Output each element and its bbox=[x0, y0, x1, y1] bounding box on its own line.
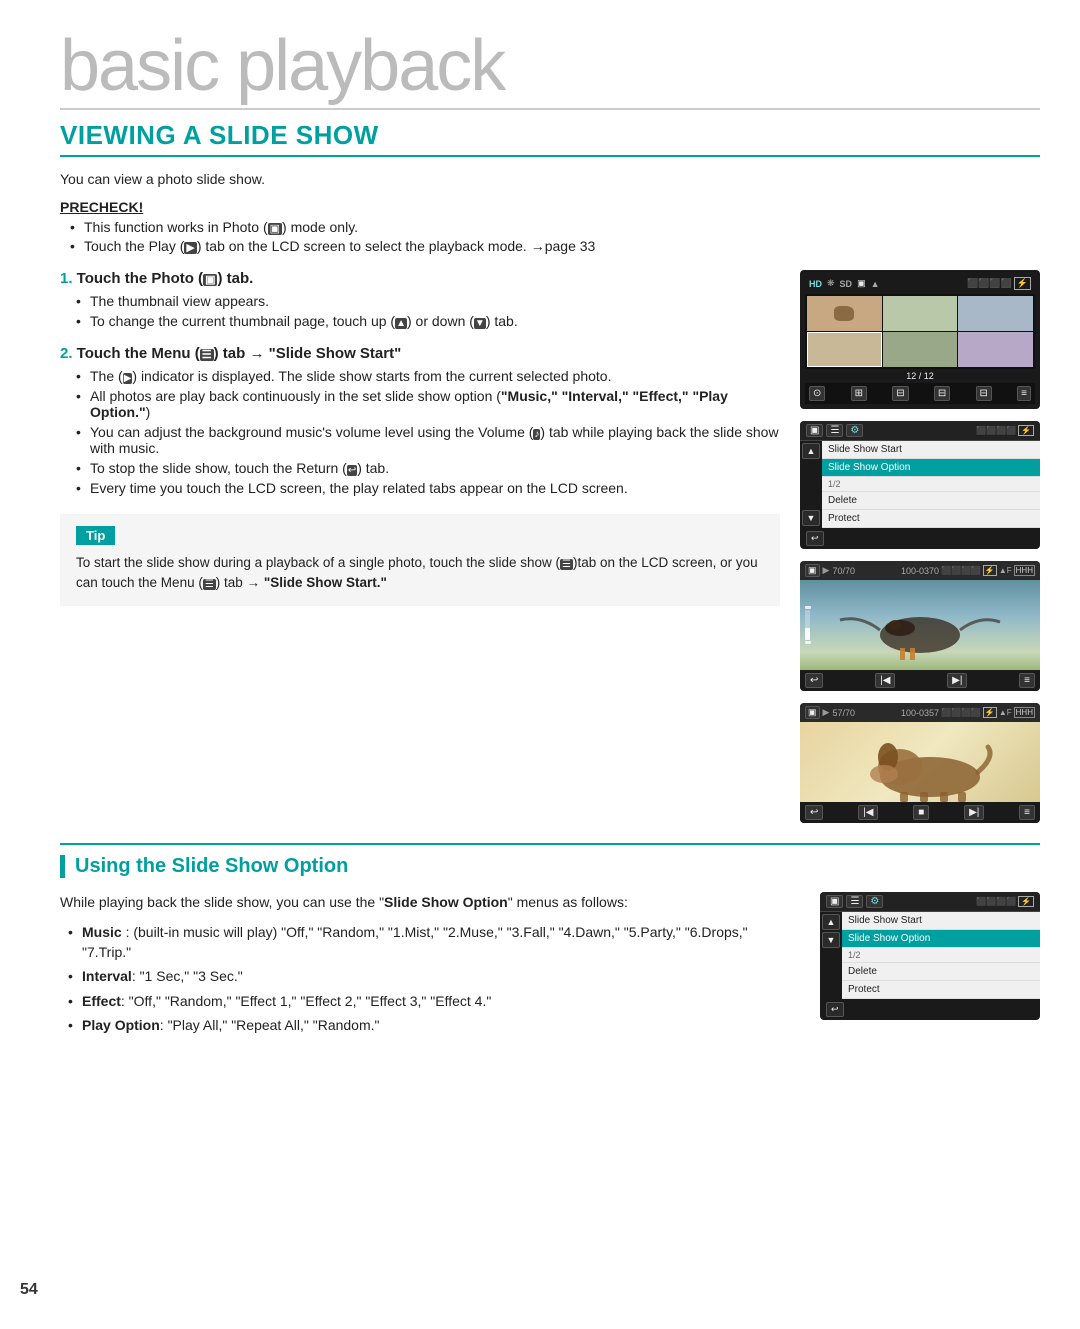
step-1-list: The thumbnail view appears. To change th… bbox=[60, 293, 780, 329]
subsection-heading: Using the Slide Show Option bbox=[60, 855, 1040, 878]
playback-back-btn[interactable]: ↩ bbox=[805, 673, 823, 688]
step-1: 1. Touch the Photo (▣) tab. The thumbnai… bbox=[60, 270, 780, 329]
bottom-content: While playing back the slide show, you c… bbox=[60, 892, 1040, 1041]
bottom-intro: While playing back the slide show, you c… bbox=[60, 892, 800, 913]
step-2-bullet-3: You can adjust the background music's vo… bbox=[76, 424, 780, 456]
playback-play-btn[interactable]: ▶| bbox=[947, 673, 967, 688]
playback-prev-btn[interactable]: |◀ bbox=[875, 673, 895, 688]
step-1-bullet-1: The thumbnail view appears. bbox=[76, 293, 780, 309]
section-heading: VIEWING A SLIDE SHOW bbox=[60, 120, 1040, 157]
dog-playback-menu-btn[interactable]: ≡ bbox=[1019, 805, 1035, 820]
intro-text: You can view a photo slide show. bbox=[60, 171, 1040, 187]
camera-ui-menu-1: ▣ ☰ ⚙ ⬛⬛⬛⬛ ⚡ ▲ ▼ Slide Show Start Sli bbox=[800, 421, 1040, 549]
dog-playback-prev-btn[interactable]: |◀ bbox=[858, 805, 878, 820]
precheck-list: This function works in Photo (▣) mode on… bbox=[60, 219, 1040, 254]
page-number: 54 bbox=[20, 1281, 38, 1299]
menu2-back-btn[interactable]: ↩ bbox=[826, 1002, 844, 1017]
step-1-number: 1. bbox=[60, 270, 73, 287]
playback-menu-btn[interactable]: ≡ bbox=[1019, 673, 1035, 688]
main-content: 1. Touch the Photo (▣) tab. The thumbnai… bbox=[60, 270, 1040, 823]
camera-ui-menu-2: ▣ ☰ ⚙ ⬛⬛⬛⬛ ⚡ ▲ ▼ bbox=[820, 892, 1040, 1020]
menu-item-delete[interactable]: Delete bbox=[822, 492, 1040, 510]
options-list: Music : (built-in music will play) "Off,… bbox=[60, 923, 800, 1036]
step-2-bullet-2: All photos are play back continuously in… bbox=[76, 388, 780, 420]
step-2: 2. Touch the Menu (☰) tab → "Slide Show … bbox=[60, 345, 780, 496]
page-title: basic playback bbox=[60, 30, 1040, 110]
bottom-section: Using the Slide Show Option While playin… bbox=[60, 843, 1040, 1041]
dog-playback-next-btn[interactable]: ▶| bbox=[964, 805, 984, 820]
menu-back-btn[interactable]: ↩ bbox=[806, 531, 824, 546]
menu2-down-arrow[interactable]: ▼ bbox=[822, 932, 840, 948]
tip-text: To start the slide show during a playbac… bbox=[76, 553, 764, 594]
camera-ui-playback-bird: ▣ ▶ 70/70 100-0370 ⬛⬛⬛⬛ ⚡ ▲F HHH bbox=[800, 561, 1040, 691]
menu2-up-arrow[interactable]: ▲ bbox=[822, 914, 840, 930]
step-1-bullet-2: To change the current thumbnail page, to… bbox=[76, 313, 780, 329]
step-2-bullet-4: To stop the slide show, touch the Return… bbox=[76, 460, 780, 476]
step-2-list: The (▶) indicator is displayed. The slid… bbox=[60, 368, 780, 496]
bottom-text: While playing back the slide show, you c… bbox=[60, 892, 800, 1041]
menu-item-slideshow-start[interactable]: Slide Show Start bbox=[822, 441, 1040, 459]
menu2-delete[interactable]: Delete bbox=[842, 963, 1040, 981]
precheck-item-2: Touch the Play (▶) tab on the LCD screen… bbox=[70, 238, 1040, 254]
precheck-item-1: This function works in Photo (▣) mode on… bbox=[70, 219, 1040, 235]
camera-ui-thumbnail: HD ❋ SD ▣ ▲ ⬛⬛⬛⬛ ⚡ bbox=[800, 270, 1040, 409]
menu-item-protect[interactable]: Protect bbox=[822, 510, 1040, 528]
step-2-bullet-1: The (▶) indicator is displayed. The slid… bbox=[76, 368, 780, 384]
text-column: 1. Touch the Photo (▣) tab. The thumbnai… bbox=[60, 270, 780, 823]
step-2-bullet-5: Every time you touch the LCD screen, the… bbox=[76, 480, 780, 496]
option-music: Music : (built-in music will play) "Off,… bbox=[68, 923, 800, 962]
option-play: Play Option: "Play All," "Repeat All," "… bbox=[68, 1016, 800, 1036]
bottom-image: ▣ ☰ ⚙ ⬛⬛⬛⬛ ⚡ ▲ ▼ bbox=[820, 892, 1040, 1041]
menu-down-arrow[interactable]: ▼ bbox=[802, 510, 820, 526]
option-effect: Effect: "Off," "Random," "Effect 1," "Ef… bbox=[68, 992, 800, 1012]
dog-playback-stop-btn[interactable]: ■ bbox=[913, 805, 929, 820]
step-1-title: 1. Touch the Photo (▣) tab. bbox=[60, 270, 780, 287]
camera-ui-playback-dog: ▣ ▶ 57/70 100-0357 ⬛⬛⬛⬛ ⚡ ▲F HHH bbox=[800, 703, 1040, 823]
tip-label: Tip bbox=[76, 526, 115, 545]
precheck-section: PRECHECK! This function works in Photo (… bbox=[60, 199, 1040, 254]
menu2-protect[interactable]: Protect bbox=[842, 981, 1040, 999]
precheck-label: PRECHECK! bbox=[60, 199, 1040, 215]
menu-item-slideshow-option[interactable]: Slide Show Option bbox=[822, 459, 1040, 477]
menu2-slideshow-start[interactable]: Slide Show Start bbox=[842, 912, 1040, 930]
option-interval: Interval: "1 Sec," "3 Sec." bbox=[68, 967, 800, 987]
step-2-title: 2. Touch the Menu (☰) tab → "Slide Show … bbox=[60, 345, 780, 362]
image-column: HD ❋ SD ▣ ▲ ⬛⬛⬛⬛ ⚡ bbox=[800, 270, 1040, 823]
menu2-slideshow-option[interactable]: Slide Show Option bbox=[842, 930, 1040, 948]
dog-playback-back-btn[interactable]: ↩ bbox=[805, 805, 823, 820]
step-2-number: 2. bbox=[60, 345, 73, 362]
menu-up-arrow[interactable]: ▲ bbox=[802, 443, 820, 459]
tip-box: Tip To start the slide show during a pla… bbox=[60, 514, 780, 606]
